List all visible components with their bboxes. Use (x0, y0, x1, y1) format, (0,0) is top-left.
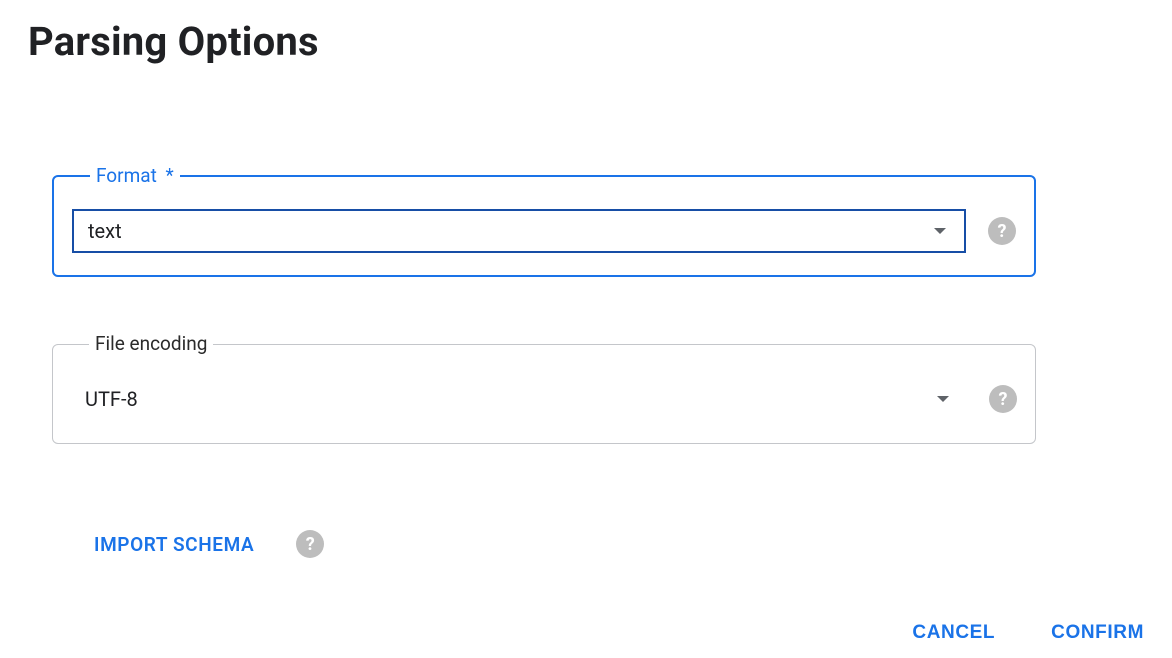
caret-down-icon (934, 228, 946, 234)
confirm-button[interactable]: CONFIRM (1051, 622, 1144, 644)
help-icon[interactable]: ? (989, 385, 1017, 413)
help-icon[interactable]: ? (988, 217, 1016, 245)
required-marker: * (166, 164, 174, 187)
encoding-fieldset: File encoding UTF-8 ? (52, 333, 1036, 444)
encoding-label: File encoding (89, 333, 213, 355)
format-select[interactable]: text (72, 209, 966, 253)
help-icon[interactable]: ? (296, 530, 324, 558)
page-title: Parsing Options (28, 18, 1144, 65)
dialog-footer: CANCEL CONFIRM (912, 622, 1144, 644)
cancel-button[interactable]: CANCEL (912, 622, 995, 644)
caret-down-icon (937, 396, 949, 402)
format-label: Format * (90, 165, 180, 187)
import-schema-link[interactable]: IMPORT SCHEMA (94, 533, 254, 556)
encoding-select-value: UTF-8 (85, 387, 138, 411)
format-label-text: Format (96, 164, 157, 187)
encoding-select[interactable]: UTF-8 (71, 377, 967, 421)
format-fieldset: Format * text ? (52, 165, 1036, 277)
format-select-value: text (88, 219, 122, 243)
